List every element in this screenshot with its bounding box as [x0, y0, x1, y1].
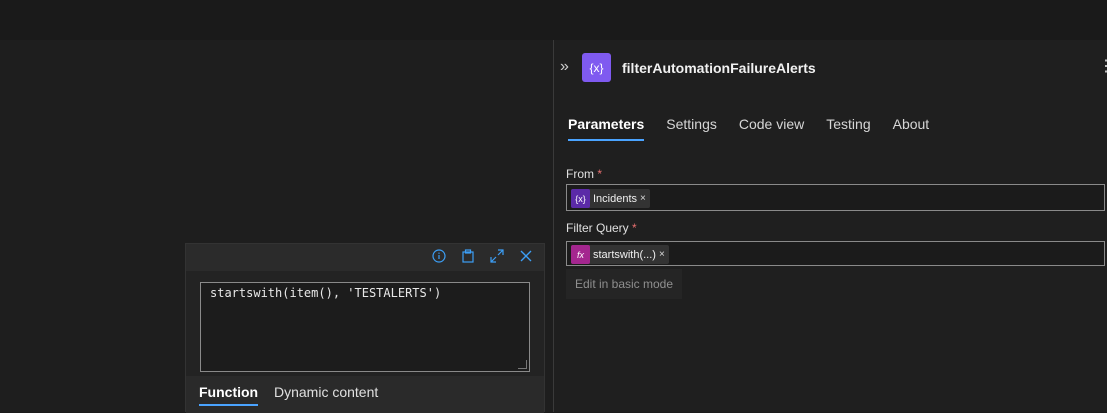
more-options-icon[interactable]: ⋮ — [1098, 58, 1107, 76]
tab-parameters[interactable]: Parameters — [568, 116, 645, 141]
tab-code-view[interactable]: Code view — [739, 116, 804, 141]
resize-handle[interactable] — [518, 360, 527, 369]
filter-query-label-text: Filter Query — [566, 221, 629, 235]
from-label: From * — [566, 167, 602, 181]
tab-settings[interactable]: Settings — [666, 116, 717, 141]
from-field[interactable]: {x} Incidents × — [566, 184, 1105, 211]
action-title[interactable]: filterAutomationFailureAlerts — [622, 60, 816, 76]
collapse-panel-icon[interactable]: » — [560, 58, 578, 76]
function-icon: fx — [571, 245, 590, 264]
clipboard-icon[interactable] — [460, 249, 476, 265]
filter-query-field[interactable]: fx startswith(...) × — [566, 241, 1105, 266]
remove-token-icon[interactable]: × — [640, 193, 646, 204]
popup-toolbar — [186, 244, 544, 271]
tab-about[interactable]: About — [893, 116, 930, 141]
tab-dynamic-content[interactable]: Dynamic content — [274, 384, 378, 400]
variable-icon: {x} — [571, 189, 590, 208]
token-label: Incidents — [593, 192, 638, 205]
action-details-panel: » {x} filterAutomationFailureAlerts ⋮ Pa… — [554, 40, 1107, 412]
expression-text[interactable]: startswith(item(), 'TESTALERTS') — [210, 286, 441, 300]
expression-editor-popup: startswith(item(), 'TESTALERTS') Functio… — [185, 243, 545, 413]
expression-editor[interactable]: startswith(item(), 'TESTALERTS') — [200, 282, 530, 372]
panel-tabs: Parameters Settings Code view Testing Ab… — [568, 116, 951, 141]
variable-action-icon: {x} — [582, 53, 611, 82]
close-icon[interactable] — [518, 249, 534, 265]
from-label-text: From — [566, 167, 594, 181]
info-icon[interactable] — [431, 249, 447, 265]
token-label: startswith(...) — [593, 248, 656, 261]
incidents-token[interactable]: {x} Incidents × — [571, 189, 650, 208]
tab-function[interactable]: Function — [199, 384, 259, 406]
edit-basic-mode-button[interactable]: Edit in basic mode — [566, 269, 682, 299]
expand-icon[interactable] — [489, 249, 505, 265]
filter-query-label: Filter Query * — [566, 221, 637, 235]
tab-testing[interactable]: Testing — [826, 116, 870, 141]
required-marker: * — [597, 167, 603, 181]
required-marker: * — [632, 221, 637, 235]
top-bar — [0, 0, 1107, 41]
remove-token-icon[interactable]: × — [659, 249, 665, 260]
popup-tabs: Function Dynamic content — [186, 376, 544, 413]
expression-token[interactable]: fx startswith(...) × — [571, 245, 669, 264]
